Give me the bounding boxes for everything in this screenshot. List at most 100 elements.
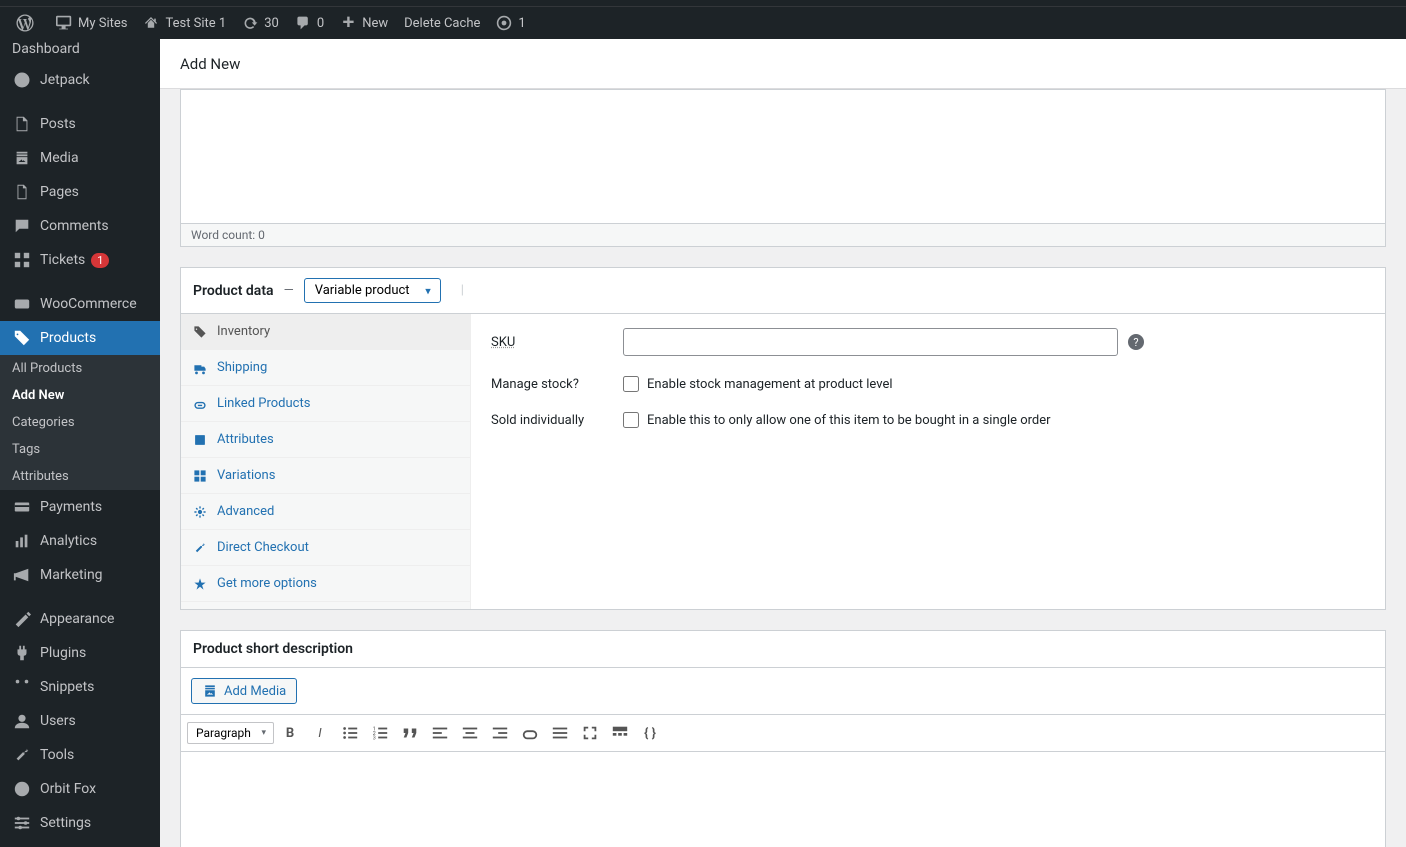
format-select[interactable]: Paragraph <box>187 722 274 744</box>
adminbar-notices[interactable]: 1 <box>488 7 533 39</box>
settings-icon <box>12 814 32 832</box>
menu-users-label: Users <box>40 713 76 729</box>
submenu-add-new[interactable]: Add New <box>0 382 160 409</box>
product-data-header: Product data — Variable product | <box>181 268 1385 314</box>
menu-orbit-fox[interactable]: Orbit Fox <box>0 772 160 806</box>
menu-marketing-label: Marketing <box>40 567 103 583</box>
menu-tickets[interactable]: Tickets 1 <box>0 243 160 277</box>
tab-shipping-label: Shipping <box>217 360 267 375</box>
menu-media-label: Media <box>40 150 79 166</box>
sku-label: SKU <box>491 335 623 350</box>
menu-analytics[interactable]: Analytics <box>0 524 160 558</box>
manage-stock-label: Manage stock? <box>491 377 623 392</box>
tab-attributes[interactable]: Attributes <box>181 422 470 458</box>
snippets-icon <box>12 678 32 696</box>
notices-icon <box>496 15 512 31</box>
adminbar-site-name-label: Test Site 1 <box>165 16 226 31</box>
inventory-icon <box>193 325 209 339</box>
tab-direct-checkout[interactable]: Direct Checkout <box>181 530 470 566</box>
product-type-select[interactable]: Variable product <box>304 278 441 303</box>
tab-shipping[interactable]: Shipping <box>181 350 470 386</box>
tab-linked-label: Linked Products <box>217 396 310 411</box>
submenu-attributes[interactable]: Attributes <box>0 463 160 490</box>
menu-posts[interactable]: Posts <box>0 107 160 141</box>
bullet-list-button[interactable] <box>336 719 364 747</box>
bold-button[interactable]: B <box>276 719 304 747</box>
short-description-editor[interactable] <box>181 752 1385 847</box>
adminbar-updates[interactable]: 30 <box>234 7 287 39</box>
submenu-all-products[interactable]: All Products <box>0 355 160 382</box>
menu-woocommerce[interactable]: WooCommerce <box>0 287 160 321</box>
menu-tickets-label: Tickets <box>40 252 85 268</box>
menu-users[interactable]: Users <box>0 704 160 738</box>
tab-linked-products[interactable]: Linked Products <box>181 386 470 422</box>
jetpack-icon <box>12 71 32 89</box>
adminbar-site-name[interactable]: Test Site 1 <box>135 7 234 39</box>
menu-settings[interactable]: Settings <box>0 806 160 840</box>
menu-appearance[interactable]: Appearance <box>0 602 160 636</box>
menu-dashboard[interactable]: Dashboard <box>0 39 160 63</box>
sku-input[interactable] <box>623 328 1118 356</box>
sku-help-icon[interactable]: ? <box>1128 334 1144 350</box>
plus-icon <box>340 15 356 31</box>
tab-advanced[interactable]: Advanced <box>181 494 470 530</box>
link-button[interactable] <box>516 719 544 747</box>
products-submenu: All Products Add New Categories Tags Att… <box>0 355 160 490</box>
align-right-button[interactable] <box>486 719 514 747</box>
menu-orbit-fox-label: Orbit Fox <box>40 781 96 797</box>
plugins-icon <box>12 644 32 662</box>
admin-menu: Dashboard Jetpack Posts Media Pages Comm… <box>0 39 160 847</box>
menu-dashboard-label: Dashboard <box>12 41 80 57</box>
menu-jetpack[interactable]: Jetpack <box>0 63 160 97</box>
blockquote-button[interactable] <box>396 719 424 747</box>
menu-plugins[interactable]: Plugins <box>0 636 160 670</box>
menu-snippets[interactable]: Snippets <box>0 670 160 704</box>
submenu-tags[interactable]: Tags <box>0 436 160 463</box>
sold-individually-row: Sold individually Enable this to only al… <box>491 412 1365 428</box>
tab-variations[interactable]: Variations <box>181 458 470 494</box>
tab-inventory[interactable]: Inventory <box>181 314 470 350</box>
linked-icon <box>193 397 209 411</box>
product-data-body: Inventory Shipping Linked Products Attri… <box>181 314 1385 609</box>
comment-icon <box>295 15 311 31</box>
adminbar-delete-cache-label: Delete Cache <box>404 16 480 31</box>
menu-tools-label: Tools <box>40 747 74 763</box>
sold-individually-checkbox[interactable] <box>623 412 639 428</box>
adminbar-my-sites[interactable]: My Sites <box>48 7 135 39</box>
menu-media[interactable]: Media <box>0 141 160 175</box>
submenu-categories[interactable]: Categories <box>0 409 160 436</box>
adminbar-comments[interactable]: 0 <box>287 7 332 39</box>
menu-marketing[interactable]: Marketing <box>0 558 160 592</box>
adminbar-delete-cache[interactable]: Delete Cache <box>396 7 488 39</box>
tools-icon <box>12 746 32 764</box>
adminbar-comments-count: 0 <box>317 16 324 31</box>
tab-get-more-options[interactable]: Get more options <box>181 566 470 602</box>
editor-status-bar: Word count: 0 <box>180 224 1386 247</box>
menu-pages[interactable]: Pages <box>0 175 160 209</box>
manage-stock-checkbox[interactable] <box>623 376 639 392</box>
fullscreen-button[interactable] <box>576 719 604 747</box>
adminbar-notices-count: 1 <box>518 16 525 31</box>
menu-products[interactable]: Products <box>0 321 160 355</box>
sold-individually-label: Sold individually <box>491 413 623 428</box>
marketing-icon <box>12 566 32 584</box>
home-icon <box>143 15 159 31</box>
main-editor-area[interactable] <box>180 89 1386 224</box>
align-left-button[interactable] <box>426 719 454 747</box>
menu-payments[interactable]: Payments <box>0 490 160 524</box>
menu-tools[interactable]: Tools <box>0 738 160 772</box>
menu-comments[interactable]: Comments <box>0 209 160 243</box>
numbered-list-button[interactable]: 123 <box>366 719 394 747</box>
product-data-divider: | <box>461 283 464 298</box>
shortcode-button[interactable]: { } <box>636 719 664 747</box>
add-media-button[interactable]: Add Media <box>191 678 297 704</box>
adminbar-wp-logo[interactable] <box>8 7 48 39</box>
shipping-icon <box>193 361 209 375</box>
toolbar-toggle-button[interactable] <box>606 719 634 747</box>
align-center-button[interactable] <box>456 719 484 747</box>
product-data-sep: — <box>284 283 294 298</box>
italic-button[interactable]: I <box>306 719 334 747</box>
adminbar-new[interactable]: New <box>332 7 396 39</box>
insert-more-button[interactable] <box>546 719 574 747</box>
editor-toolbar: Paragraph B I 123 { } <box>181 715 1385 752</box>
